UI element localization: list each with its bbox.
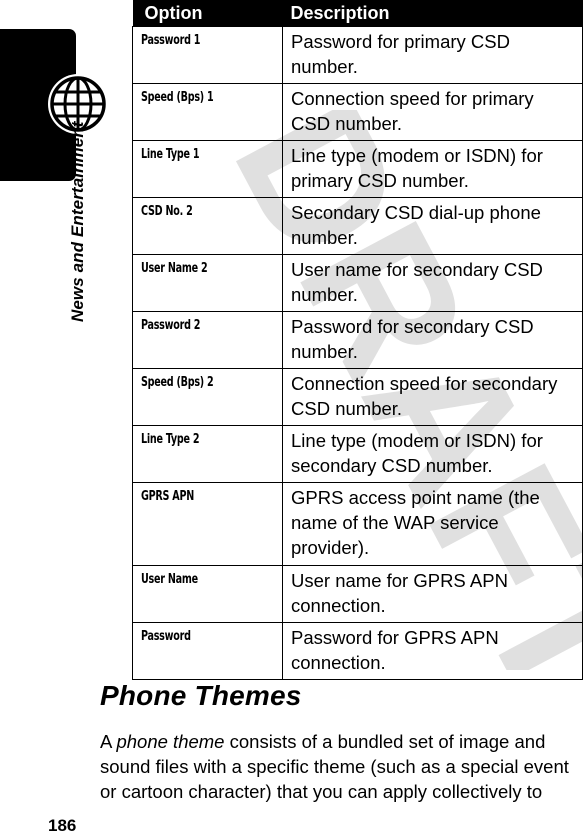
- option-name: GPRS APN: [141, 489, 195, 504]
- table-header-row: Option Description: [132, 0, 583, 27]
- column-header-description: Description: [282, 0, 583, 27]
- body-term: phone theme: [116, 731, 225, 752]
- table-row: CSD No. 2 Secondary CSD dial-up phone nu…: [132, 197, 583, 255]
- option-description: GPRS access point name (the name of the …: [282, 482, 583, 566]
- option-description: Password for GPRS APN connection.: [282, 622, 583, 680]
- option-description: Password for primary CSD number.: [282, 26, 583, 84]
- option-description: User name for secondary CSD number.: [282, 254, 583, 312]
- option-name: Line Type 1: [141, 147, 200, 162]
- option-name: Password 2: [141, 318, 201, 333]
- table-row: User Name User name for GPRS APN connect…: [132, 565, 583, 623]
- options-table: Option Description Password 1 Password f…: [132, 0, 583, 680]
- body-prefix: A: [100, 731, 117, 752]
- option-description: Connection speed for primary CSD number.: [282, 83, 583, 141]
- option-name: Password 1: [141, 33, 201, 48]
- section-heading: Phone Themes: [100, 680, 302, 711]
- option-description: Password for secondary CSD number.: [282, 311, 583, 369]
- option-name: User Name: [141, 572, 198, 587]
- table-row: Password 1 Password for primary CSD numb…: [132, 26, 583, 84]
- option-name: Speed (Bps) 2: [141, 375, 214, 390]
- section-side-label: News and Entertainment: [68, 121, 87, 322]
- table-row: Password Password for GPRS APN connectio…: [132, 622, 583, 680]
- option-name: User Name 2: [141, 261, 208, 276]
- column-header-option: Option: [132, 0, 283, 27]
- section-body: A phone theme consists of a bundled set …: [100, 729, 580, 804]
- option-description: Secondary CSD dial-up phone number.: [282, 197, 583, 255]
- table-row: Speed (Bps) 2 Connection speed for secon…: [132, 368, 583, 426]
- table-row: Speed (Bps) 1 Connection speed for prima…: [132, 83, 583, 141]
- option-name: Speed (Bps) 1: [141, 90, 214, 105]
- option-name: Password: [141, 629, 191, 644]
- option-name: Line Type 2: [141, 432, 200, 447]
- page-number: 186: [48, 816, 77, 835]
- table-row: Password 2 Password for secondary CSD nu…: [132, 311, 583, 369]
- table-row: GPRS APN GPRS access point name (the nam…: [132, 482, 583, 566]
- option-description: Line type (modem or ISDN) for secondary …: [282, 425, 583, 483]
- option-name: CSD No. 2: [141, 204, 193, 219]
- table-row: User Name 2 User name for secondary CSD …: [132, 254, 583, 312]
- option-description: Line type (modem or ISDN) for primary CS…: [282, 140, 583, 198]
- table-row: Line Type 1 Line type (modem or ISDN) fo…: [132, 140, 583, 198]
- option-description: Connection speed for secondary CSD numbe…: [282, 368, 583, 426]
- table-row: Line Type 2 Line type (modem or ISDN) fo…: [132, 425, 583, 483]
- option-description: User name for GPRS APN connection.: [282, 565, 583, 623]
